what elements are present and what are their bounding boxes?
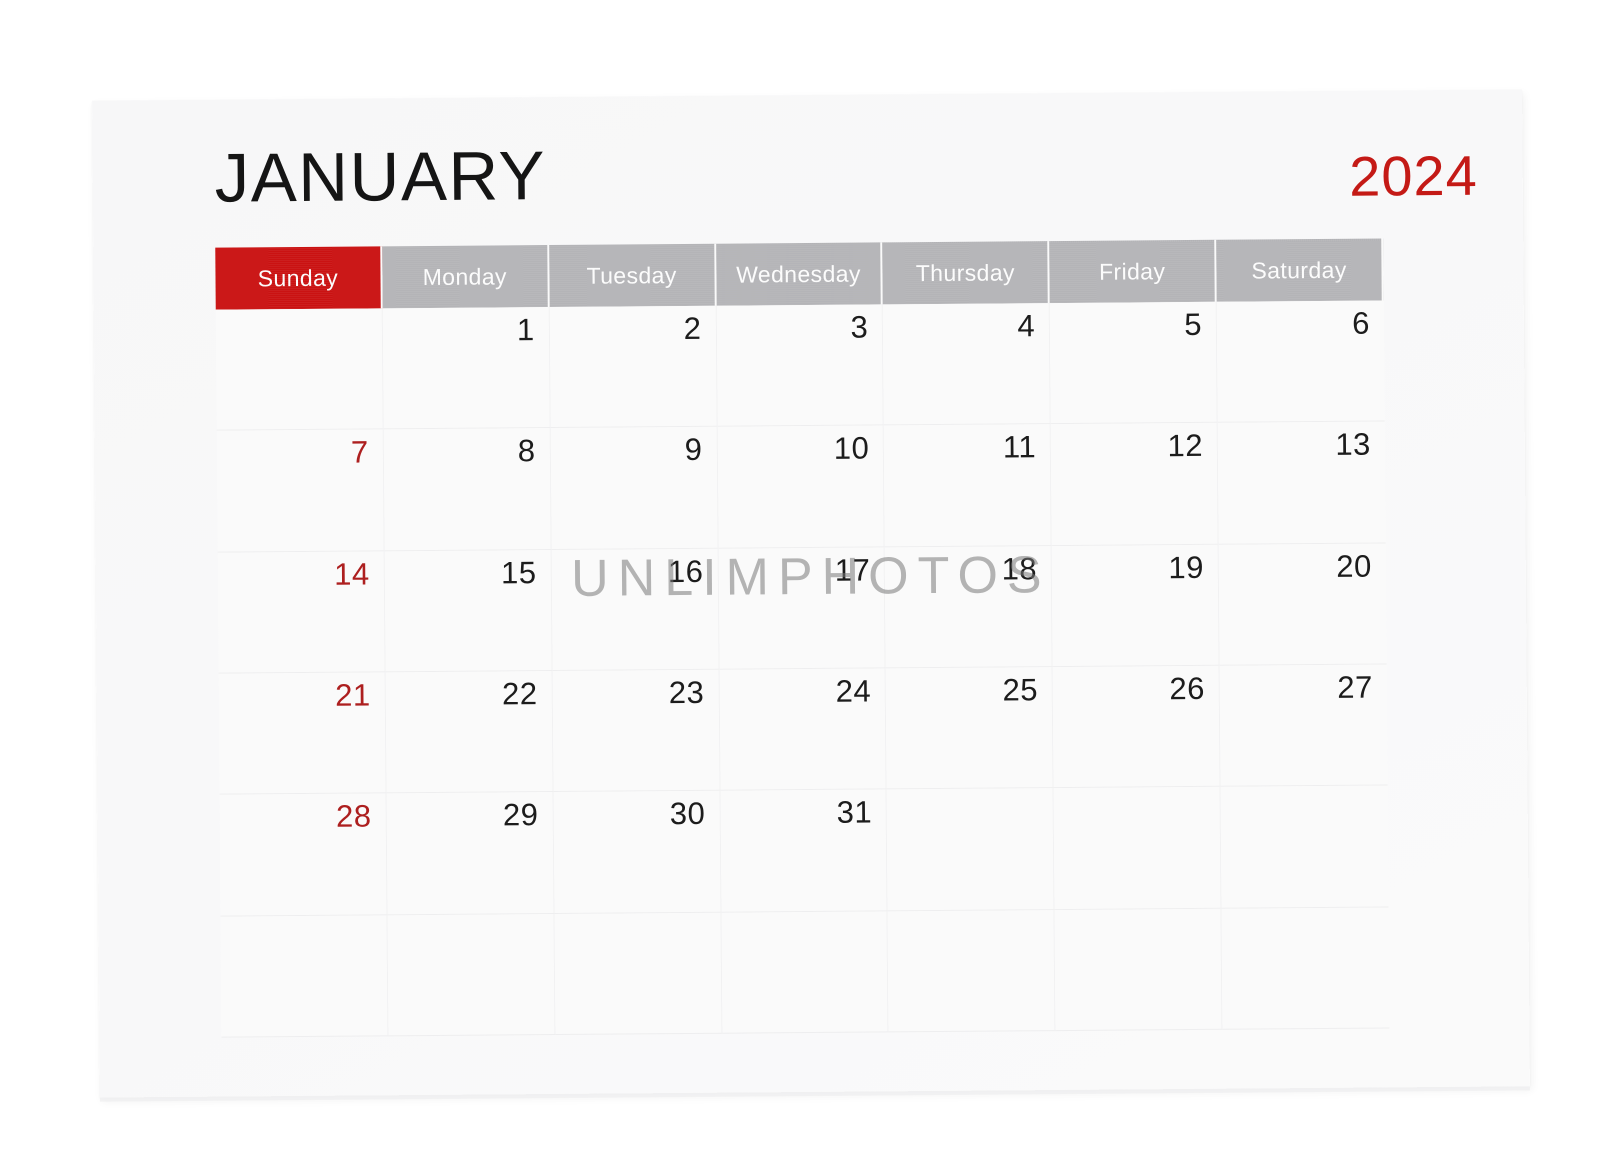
day-cell[interactable]: 21 — [218, 672, 387, 795]
day-cell[interactable]: 9 — [550, 427, 719, 550]
day-cell[interactable] — [1054, 908, 1223, 1032]
day-cell[interactable]: 14 — [217, 551, 386, 674]
day-number: 1 — [516, 312, 535, 348]
day-number: 15 — [500, 554, 537, 591]
day-cell[interactable]: 30 — [553, 791, 722, 914]
day-cell[interactable]: 23 — [552, 669, 721, 793]
day-number: 18 — [1001, 550, 1038, 587]
day-cell[interactable]: 25 — [886, 667, 1054, 790]
day-cell[interactable]: 17 — [718, 547, 887, 670]
day-number: 14 — [334, 556, 370, 592]
weekday-header-label: Wednesday — [736, 260, 861, 288]
calendar-page: JANUARY 2024 Sunday Monday Tuesday Wedne… — [92, 89, 1530, 1102]
day-number: 12 — [1167, 428, 1204, 464]
weekday-header-monday: Monday — [382, 245, 550, 309]
day-cell[interactable] — [1053, 787, 1222, 910]
day-number: 8 — [517, 433, 536, 469]
day-cell[interactable]: 12 — [1050, 423, 1219, 546]
day-number: 27 — [1337, 669, 1373, 705]
day-cell[interactable]: 16 — [551, 548, 720, 672]
weekday-header-label: Sunday — [257, 264, 339, 291]
day-number: 11 — [1002, 429, 1037, 465]
day-cell[interactable]: 10 — [717, 425, 886, 549]
year-label: 2024 — [1348, 143, 1478, 208]
weekday-header-label: Monday — [422, 262, 507, 290]
day-cell[interactable]: 31 — [720, 789, 888, 913]
day-number: 24 — [835, 673, 872, 709]
day-number: 6 — [1352, 305, 1371, 341]
weekday-header-sunday: Sunday — [215, 246, 383, 310]
day-cell[interactable]: 5 — [1050, 301, 1218, 425]
day-number: 10 — [833, 430, 870, 467]
day-cell[interactable]: 28 — [219, 793, 388, 917]
day-number: 22 — [501, 676, 538, 712]
day-cell[interactable]: 20 — [1218, 543, 1387, 666]
day-number: 31 — [836, 794, 873, 831]
day-cell[interactable]: 8 — [383, 428, 552, 552]
day-cell[interactable]: 13 — [1217, 421, 1386, 545]
day-number: 26 — [1169, 670, 1206, 707]
calendar-header: JANUARY 2024 — [92, 89, 1523, 248]
day-number: 28 — [335, 798, 372, 835]
weekday-header-label: Saturday — [1251, 256, 1347, 284]
page-bottom-edge — [99, 1086, 1530, 1102]
weekday-header-tuesday: Tuesday — [548, 243, 717, 308]
day-cell[interactable]: 2 — [549, 305, 718, 429]
day-cell[interactable]: 3 — [716, 304, 885, 428]
day-number: 30 — [669, 796, 706, 832]
day-cell[interactable]: 26 — [1052, 665, 1221, 789]
day-number: 13 — [1335, 426, 1371, 463]
day-cell[interactable] — [886, 788, 1055, 912]
day-cell[interactable] — [215, 308, 384, 431]
day-cell[interactable]: 18 — [885, 545, 1053, 669]
day-number: 9 — [684, 432, 703, 468]
day-number: 3 — [850, 309, 869, 345]
day-number: 2 — [683, 310, 702, 346]
weekday-header-thursday: Thursday — [882, 241, 1051, 305]
day-cell[interactable]: 15 — [384, 549, 553, 673]
weekday-header-label: Thursday — [915, 258, 1015, 286]
day-cell[interactable]: 6 — [1216, 300, 1385, 424]
day-cell[interactable]: 27 — [1219, 664, 1388, 788]
day-cell[interactable] — [1221, 907, 1390, 1030]
screenshot-canvas: JANUARY 2024 Sunday Monday Tuesday Wedne… — [0, 0, 1600, 1176]
weekday-header-wednesday: Wednesday — [715, 242, 884, 306]
day-cell[interactable] — [387, 913, 556, 1037]
day-cell[interactable]: 11 — [884, 424, 1052, 548]
day-cell[interactable] — [721, 911, 889, 1034]
weekday-header-label: Tuesday — [586, 261, 677, 289]
day-cell[interactable] — [554, 912, 723, 1036]
day-cell[interactable]: 1 — [382, 307, 551, 430]
day-cell[interactable]: 4 — [883, 303, 1051, 426]
day-number: 21 — [335, 677, 371, 713]
month-title: JANUARY — [214, 137, 547, 217]
day-cell[interactable]: 19 — [1051, 544, 1220, 668]
calendar-grid: Sunday Monday Tuesday Wednesday Thursday… — [215, 238, 1390, 1038]
weekday-header-label: Friday — [1098, 257, 1166, 285]
day-cell[interactable]: 29 — [386, 792, 555, 915]
day-cell[interactable] — [887, 909, 1056, 1033]
day-cell[interactable] — [220, 914, 389, 1038]
day-cell[interactable]: 24 — [719, 668, 887, 792]
day-number: 29 — [502, 797, 539, 833]
day-number: 5 — [1184, 306, 1203, 343]
day-number: 7 — [350, 434, 369, 470]
day-number: 23 — [668, 674, 705, 711]
day-number: 4 — [1017, 308, 1036, 344]
day-number: 16 — [667, 553, 704, 589]
day-number: 17 — [834, 552, 871, 588]
day-cell[interactable]: 7 — [216, 429, 385, 553]
weekday-header-saturday: Saturday — [1216, 238, 1384, 302]
day-cell[interactable] — [1220, 785, 1389, 909]
weekday-header-friday: Friday — [1049, 239, 1217, 304]
day-cell[interactable]: 22 — [385, 671, 554, 794]
day-number: 19 — [1168, 549, 1205, 585]
day-number: 20 — [1336, 548, 1372, 584]
day-number: 25 — [1002, 672, 1039, 708]
